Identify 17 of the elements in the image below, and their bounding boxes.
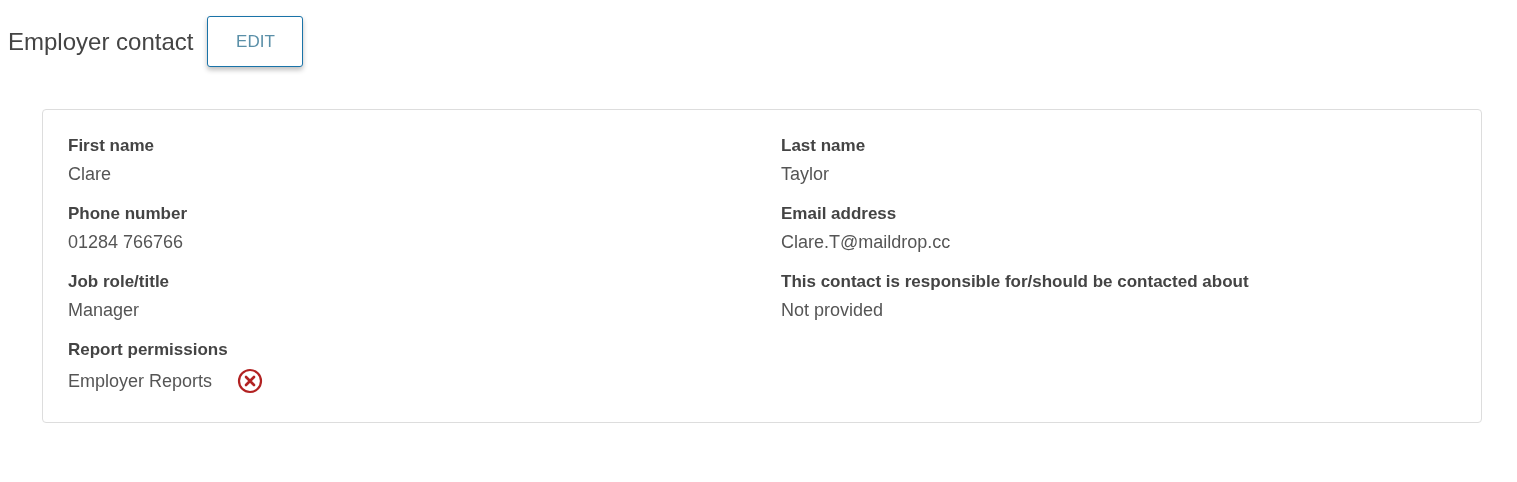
edit-button[interactable]: EDIT [207,16,304,67]
field-label: This contact is responsible for/should be contacted about [781,272,1250,292]
field-label: Email address [781,204,898,224]
field-label: Phone number [68,204,188,224]
field-label: Last name [781,136,867,156]
field-label: Report permissions [68,340,229,360]
remove-icon[interactable] [237,368,264,394]
field-value: Manager [68,300,140,321]
field-value: Employer Reports [68,370,213,392]
section-title: Employer contact [8,27,194,56]
field-value: Clare.T@maildrop.cc [781,232,951,253]
field-value: Taylor [781,164,829,185]
field-value: 01284 766766 [68,232,184,253]
field-value: Clare [68,164,111,185]
field-value: Not provided [781,300,884,321]
field-label: Job role/title [68,272,171,292]
field-label: First name [68,136,155,156]
